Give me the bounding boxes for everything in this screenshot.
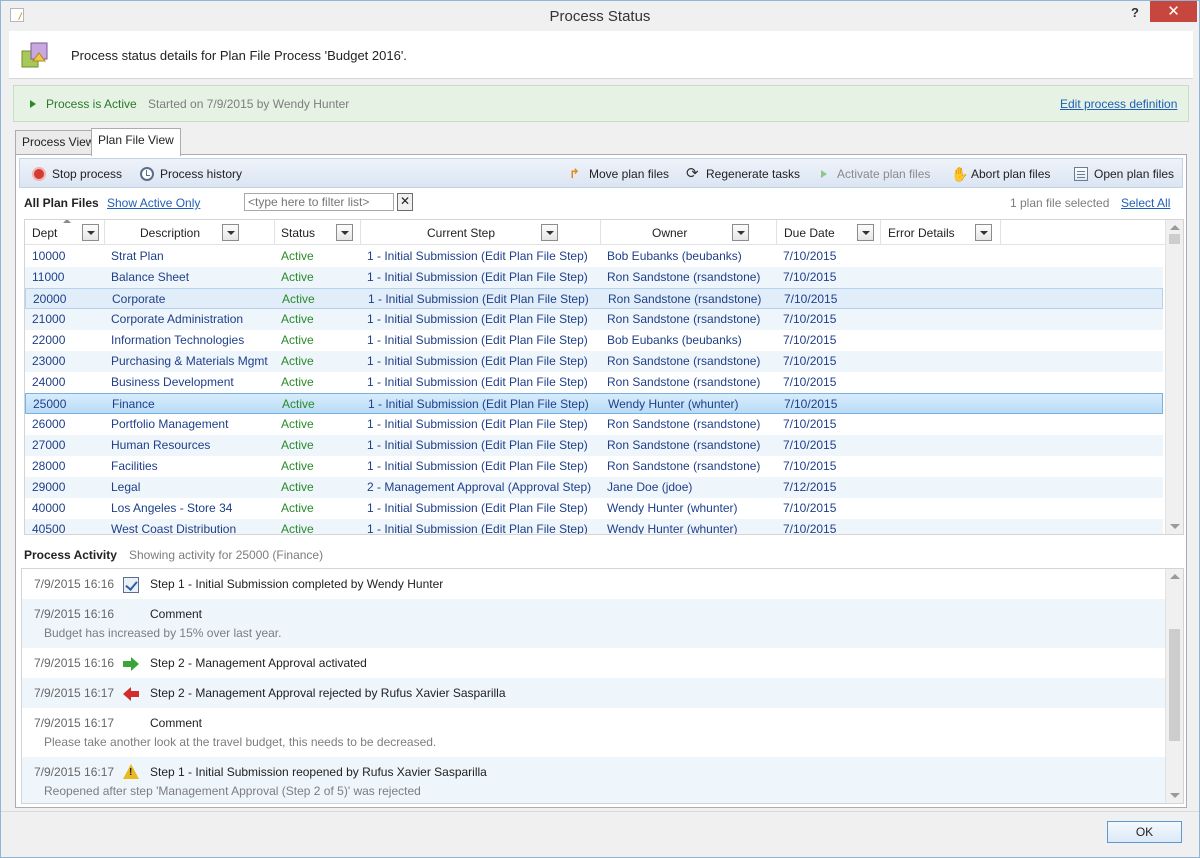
process-active-bar: Process is Active Started on 7/9/2015 by… xyxy=(13,85,1189,122)
edit-process-definition-link[interactable]: Edit process definition xyxy=(1060,97,1177,111)
column-header-error-details[interactable]: Error Details xyxy=(881,220,1001,245)
activity-item: 7/9/2015 16:17 Step 2 - Management Appro… xyxy=(22,678,1165,708)
process-started: Started on 7/9/2015 by Wendy Hunter xyxy=(148,97,350,111)
all-plan-files-label: All Plan Files xyxy=(24,196,99,210)
process-activity-header: Process Activity Showing activity for 25… xyxy=(24,547,1184,565)
stop-process-button[interactable]: Stop process xyxy=(32,165,122,183)
sort-ascending-icon xyxy=(63,220,71,223)
table-row[interactable]: 23000 Purchasing & Materials Mgmt Active… xyxy=(25,351,1163,372)
tab-plan-file-view[interactable]: Plan File View xyxy=(91,128,181,156)
scroll-down-icon[interactable] xyxy=(1170,793,1180,798)
header: Process status details for Plan File Pro… xyxy=(9,31,1193,79)
filter-dropdown-icon[interactable] xyxy=(82,224,99,241)
table-row[interactable]: 11000 Balance Sheet Active 1 - Initial S… xyxy=(25,267,1163,288)
refresh-icon: ⟳ xyxy=(686,165,699,182)
scroll-thumb[interactable] xyxy=(1169,234,1180,244)
window-title: Process Status xyxy=(549,8,651,25)
dialog-footer: OK xyxy=(1,811,1199,857)
process-icon xyxy=(21,42,48,68)
column-header-status[interactable]: Status xyxy=(275,220,361,245)
title-bar: Process Status ? ✕ xyxy=(1,1,1199,31)
scroll-up-icon[interactable] xyxy=(1170,225,1180,230)
plan-files-list-header: All Plan Files Show Active Only ✕ 1 plan… xyxy=(24,193,1184,215)
activity-scrollbar[interactable] xyxy=(1165,569,1183,803)
scroll-thumb[interactable] xyxy=(1169,629,1180,741)
activity-item: 7/9/2015 16:17 Comment Please take anoth… xyxy=(34,716,437,749)
activity-item: 7/9/2015 16:16 Step 2 - Management Appro… xyxy=(34,656,367,672)
column-header-description[interactable]: Description xyxy=(105,220,275,245)
filter-dropdown-icon[interactable] xyxy=(732,224,749,241)
toolbar: Stop process Process history ↱ Move plan… xyxy=(19,158,1183,188)
tab-process-view[interactable]: Process View xyxy=(15,130,102,155)
activity-item: 7/9/2015 16:17 Step 1 - Initial Submissi… xyxy=(22,757,1165,803)
stop-hand-icon: ✋ xyxy=(951,166,969,182)
warning-icon xyxy=(123,764,139,780)
select-all-link[interactable]: Select All xyxy=(1121,196,1170,210)
close-button[interactable]: ✕ xyxy=(1150,1,1197,22)
table-row[interactable]: 26000 Portfolio Management Active 1 - In… xyxy=(25,414,1163,435)
filter-dropdown-icon[interactable] xyxy=(975,224,992,241)
stop-icon xyxy=(32,167,46,181)
table-row[interactable]: 29000 Legal Active 2 - Management Approv… xyxy=(25,477,1163,498)
table-row[interactable]: 20000 Corporate Active 1 - Initial Submi… xyxy=(25,288,1163,309)
plan-files-grid: Dept Description Status Current Step Own… xyxy=(24,219,1184,535)
column-header-owner[interactable]: Owner xyxy=(601,220,777,245)
header-text: Process status details for Plan File Pro… xyxy=(71,48,407,63)
activity-item: 7/9/2015 16:16 Comment Budget has increa… xyxy=(22,599,1165,648)
help-button[interactable]: ? xyxy=(1127,5,1143,23)
table-row[interactable]: 10000 Strat Plan Active 1 - Initial Subm… xyxy=(25,246,1163,267)
table-row[interactable]: 28000 Facilities Active 1 - Initial Subm… xyxy=(25,456,1163,477)
activity-item: 7/9/2015 16:16 Step 1 - Initial Submissi… xyxy=(34,577,444,593)
table-row[interactable]: 27000 Human Resources Active 1 - Initial… xyxy=(25,435,1163,456)
clear-filter-icon[interactable]: ✕ xyxy=(397,193,413,211)
filter-dropdown-icon[interactable] xyxy=(541,224,558,241)
column-header-dept[interactable]: Dept xyxy=(25,220,105,245)
table-row[interactable]: 21000 Corporate Administration Active 1 … xyxy=(25,309,1163,330)
activate-plan-files-button[interactable]: Activate plan files xyxy=(817,165,930,183)
play-icon xyxy=(821,170,827,178)
process-activity-label: Process Activity xyxy=(24,548,117,562)
process-status-window: Process Status ? ✕ Process status detail… xyxy=(0,0,1200,858)
plan-file-view-panel: Stop process Process history ↱ Move plan… xyxy=(15,154,1187,808)
process-history-button[interactable]: Process history xyxy=(140,165,242,183)
filter-input[interactable] xyxy=(244,193,394,211)
table-row-selected[interactable]: 25000 Finance Active 1 - Initial Submiss… xyxy=(25,393,1163,414)
column-header-due-date[interactable]: Due Date xyxy=(777,220,881,245)
scroll-up-icon[interactable] xyxy=(1170,574,1180,579)
filter-dropdown-icon[interactable] xyxy=(857,224,874,241)
show-active-only-link[interactable]: Show Active Only xyxy=(107,196,200,210)
table-row[interactable]: 22000 Information Technologies Active 1 … xyxy=(25,330,1163,351)
play-icon xyxy=(30,100,36,108)
move-plan-files-button[interactable]: ↱ Move plan files xyxy=(569,165,669,183)
selected-count: 1 plan file selected xyxy=(1010,196,1110,210)
spreadsheet-icon xyxy=(1074,167,1088,181)
checkbox-icon xyxy=(123,577,139,593)
table-row[interactable]: 40000 Los Angeles - Store 34 Active 1 - … xyxy=(25,498,1163,519)
column-header-current-step[interactable]: Current Step xyxy=(361,220,601,245)
grid-scrollbar[interactable] xyxy=(1165,220,1183,534)
filter-dropdown-icon[interactable] xyxy=(336,224,353,241)
table-row[interactable]: 40500 West Coast Distribution Active 1 -… xyxy=(25,519,1163,534)
move-icon: ↱ xyxy=(569,166,580,181)
process-state: Process is Active xyxy=(46,97,137,111)
regenerate-tasks-button[interactable]: ⟳ Regenerate tasks xyxy=(686,165,800,183)
open-plan-files-button[interactable]: Open plan files xyxy=(1074,165,1174,183)
process-activity-list: 7/9/2015 16:16 Step 1 - Initial Submissi… xyxy=(21,568,1184,804)
ok-button[interactable]: OK xyxy=(1107,821,1182,843)
clock-icon xyxy=(140,167,154,181)
red-arrow-left-icon xyxy=(123,686,139,702)
activity-showing-text: Showing activity for 25000 (Finance) xyxy=(129,548,324,562)
green-arrow-right-icon xyxy=(123,656,139,672)
grid-header: Dept Description Status Current Step Own… xyxy=(25,220,1165,245)
filter-dropdown-icon[interactable] xyxy=(222,224,239,241)
table-row[interactable]: 24000 Business Development Active 1 - In… xyxy=(25,372,1163,393)
abort-plan-files-button[interactable]: ✋ Abort plan files xyxy=(951,165,1050,183)
scroll-down-icon[interactable] xyxy=(1170,524,1180,529)
